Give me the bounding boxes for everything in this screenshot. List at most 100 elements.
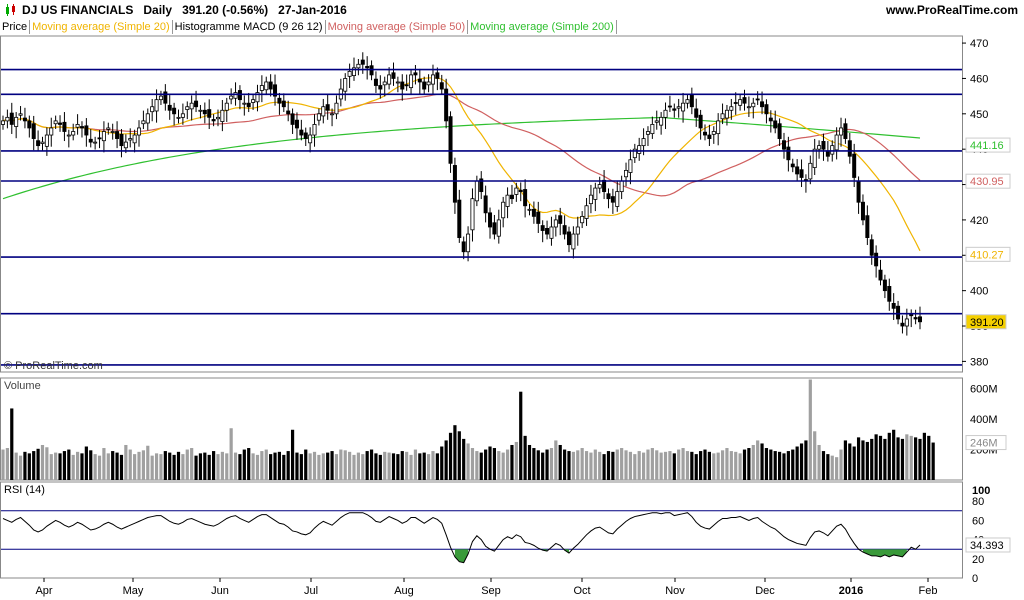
volume-bar [545, 449, 549, 480]
volume-bar [760, 443, 764, 480]
volume-bar [435, 453, 439, 480]
candle-body [716, 120, 721, 135]
candle-body [645, 131, 650, 135]
candle-body [536, 211, 541, 224]
volume-bar [418, 453, 422, 480]
candle-body [540, 225, 545, 231]
right-value-label: 441.16 [970, 140, 1004, 152]
volume-bar [264, 449, 268, 480]
volume-bar [308, 453, 312, 480]
volume-bar [321, 453, 325, 480]
volume-bar [431, 451, 435, 480]
candle-body [365, 66, 370, 69]
candle-body [106, 127, 111, 130]
volume-bar [216, 454, 220, 480]
volume-bar [339, 449, 343, 480]
volume-bar [330, 451, 334, 480]
volume-bar [830, 455, 834, 480]
volume-bar [352, 454, 356, 480]
candle-body [703, 131, 708, 136]
candle-body [584, 205, 589, 219]
candle-body [834, 134, 839, 151]
candle-body [553, 219, 558, 228]
volume-bar [624, 450, 628, 480]
volume-bar [23, 451, 27, 480]
volume-bar [203, 452, 207, 480]
volume-bar [229, 428, 233, 480]
volume-bar [115, 452, 119, 480]
candle-body [860, 201, 865, 221]
volume-bar [734, 451, 738, 480]
volume-bar [532, 448, 536, 480]
candle-body [729, 106, 734, 111]
volume-tick-label: 400M [970, 414, 998, 426]
candle-body [738, 99, 743, 106]
candle-body [435, 72, 440, 79]
candle-body [593, 187, 598, 200]
month-label: 2016 [839, 585, 863, 597]
volume-bar [681, 448, 685, 480]
candle-body [220, 109, 225, 122]
candle-body [246, 102, 251, 108]
volume-bar [168, 452, 172, 480]
rsi-last-label: 34.393 [970, 540, 1004, 552]
candle-body [123, 141, 128, 149]
candle-body [101, 131, 106, 142]
candle-body [518, 189, 523, 193]
price-tick-label: 470 [970, 38, 988, 50]
volume-bar [821, 451, 826, 480]
volume-bar [462, 438, 466, 480]
candle-body [839, 127, 844, 136]
candle-body [896, 305, 901, 320]
candle-body [549, 226, 554, 239]
volume-bar [874, 434, 878, 480]
candle-body [75, 124, 80, 128]
volume-bar [212, 451, 216, 480]
candle-body [84, 125, 89, 136]
volume-bar [707, 451, 711, 480]
candle-body [523, 189, 528, 207]
candle-body [509, 194, 514, 200]
volume-bar [659, 452, 663, 480]
volume-bar [523, 435, 527, 480]
volume-bar [527, 444, 532, 480]
volume-bar [190, 448, 194, 480]
volume-bar [5, 448, 9, 480]
candle-body [277, 97, 282, 104]
candle-body [580, 215, 585, 224]
candle-body [321, 106, 326, 117]
candle-body [391, 72, 396, 79]
volume-bar [922, 432, 926, 480]
candle-body [22, 117, 27, 122]
volume-bar [865, 441, 869, 480]
volume-bar [62, 451, 67, 480]
volume-bar [273, 452, 277, 480]
volume-bar [848, 443, 852, 480]
volume-bar [887, 432, 891, 480]
volume-bar [729, 451, 733, 480]
volume-bar [290, 429, 295, 480]
volume-bar [470, 448, 475, 480]
candle-body [764, 104, 769, 115]
month-label: Aug [394, 585, 414, 597]
volume-bar [571, 451, 575, 480]
volume-bar [896, 437, 900, 480]
volume-bar [67, 449, 71, 480]
candle-body [654, 120, 659, 123]
candle-body [492, 222, 497, 235]
candle-body [413, 72, 418, 76]
candle-body [202, 109, 207, 115]
volume-bar [457, 431, 461, 480]
volume-bar [563, 449, 567, 480]
candle-body [290, 113, 295, 125]
candle-body [724, 109, 729, 119]
candle-body [755, 98, 760, 101]
month-label: Apr [35, 585, 52, 597]
volume-bar [194, 455, 198, 480]
volume-bar [374, 453, 378, 480]
candle-body [62, 121, 67, 132]
volume-bar [685, 451, 690, 480]
candle-body [154, 99, 159, 112]
candle-body [40, 141, 45, 144]
volume-bar [703, 449, 707, 480]
